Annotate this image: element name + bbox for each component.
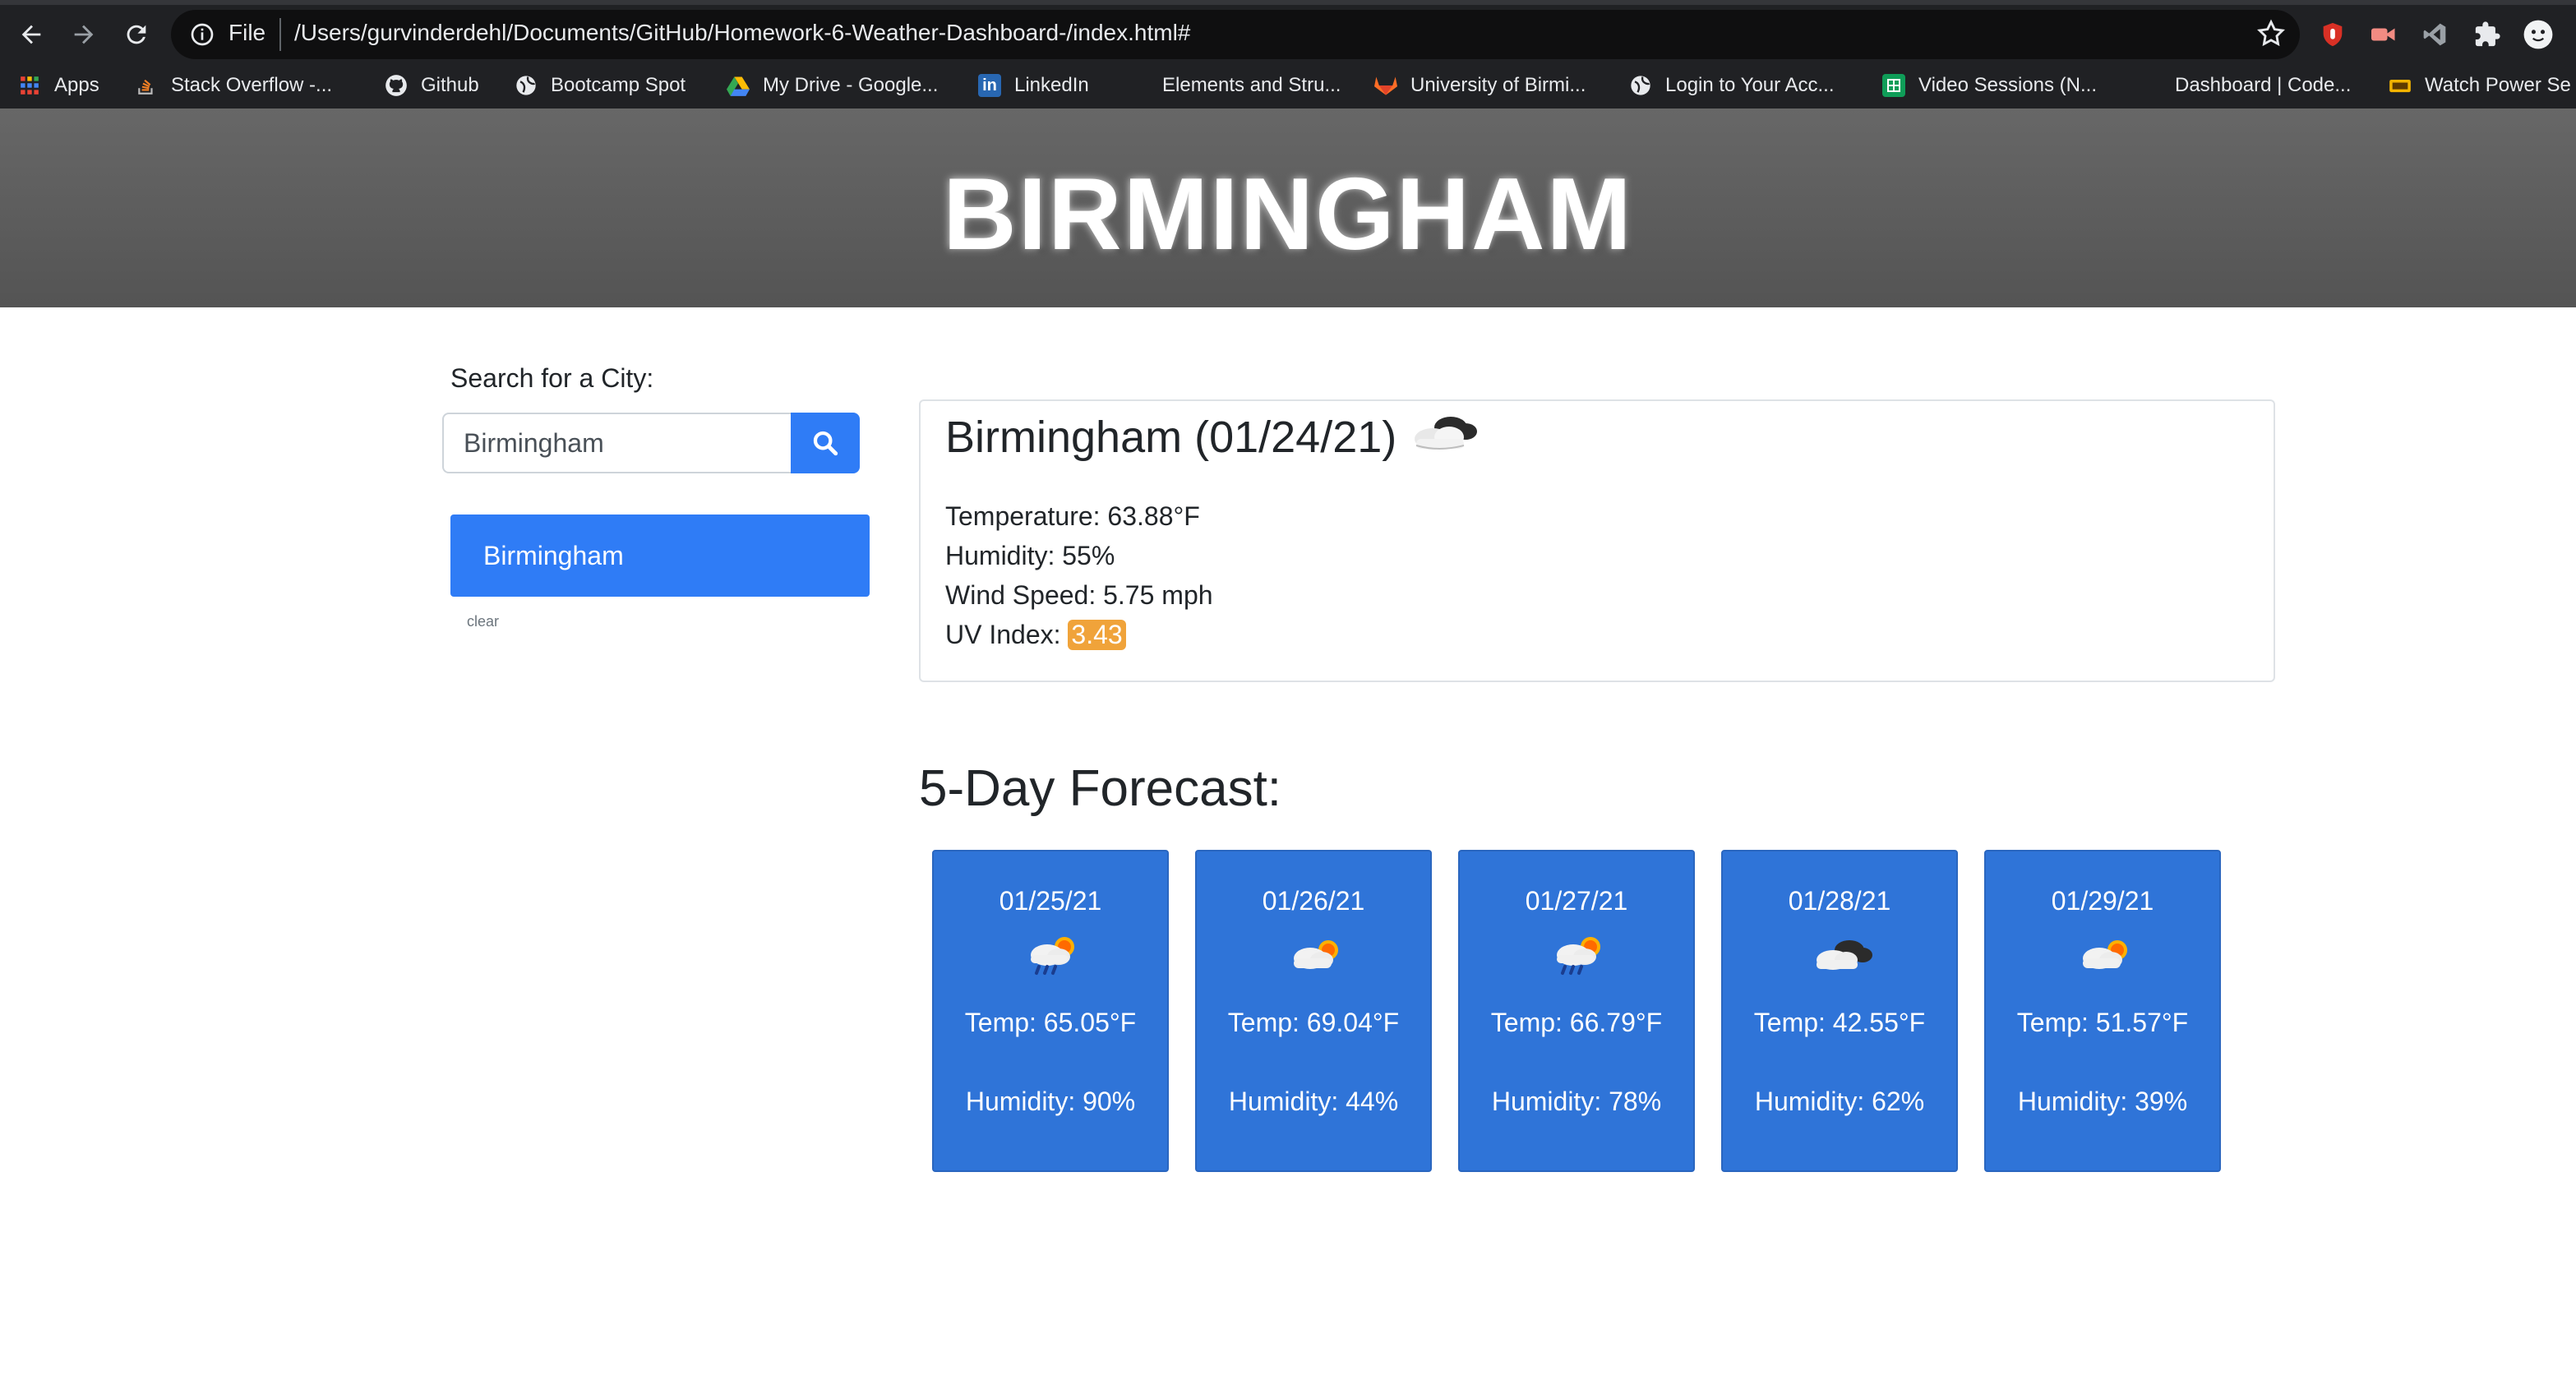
extension-code-button[interactable] <box>2417 16 2453 53</box>
address-bar[interactable]: File /Users/gurvinderdehl/Documents/GitH… <box>171 10 2300 59</box>
tv-icon <box>2389 74 2412 97</box>
bookmark-elements-and-structure[interactable]: Elements and Stru... <box>1126 69 1341 102</box>
forecast-date: 01/26/21 <box>1262 886 1365 916</box>
bookmark-dashboard[interactable]: Dashboard | Code... <box>2139 69 2351 102</box>
shield-hand-icon <box>2323 22 2343 47</box>
forecast-date: 01/27/21 <box>1525 886 1628 916</box>
url-scheme: File <box>229 20 266 45</box>
forecast-temp: Temp: 69.04°F <box>1227 1008 1400 1037</box>
url-separator <box>279 18 281 51</box>
linkedin-icon: in <box>978 74 1001 97</box>
page-icon <box>1126 74 1149 97</box>
bookmark-stack-overflow[interactable]: Stack Overflow -... <box>135 69 332 102</box>
bookmark-video-sessions[interactable]: Video Sessions (N... <box>1882 69 2097 102</box>
current-humidity: Humidity: 55% <box>945 541 1115 570</box>
back-button[interactable] <box>12 15 51 54</box>
uv-label: UV Index: <box>945 620 1061 649</box>
current-weather-card: Birmingham (01/24/21) Temperature: 63.88… <box>919 399 2275 682</box>
info-icon[interactable] <box>189 21 215 48</box>
globe-icon <box>1629 74 1652 97</box>
reload-button[interactable] <box>117 15 156 54</box>
forecast-card-day2: 01/26/21 Temp: 69.04°F Humidity: 44% <box>1195 850 1432 1172</box>
bookmark-bootcamp-spot[interactable]: Bootcamp Spot <box>515 69 686 102</box>
extension-video-button[interactable] <box>2366 16 2402 53</box>
bookmarks-bar: Apps Stack Overflow -... Github Bootcamp… <box>0 62 2576 108</box>
forecast-date: 01/25/21 <box>999 886 1102 916</box>
forecast-card-day1: 01/25/21 Temp: 65.05°F Humidity: 90% <box>932 850 1169 1172</box>
forecast-temp: Temp: 42.55°F <box>1753 1008 1926 1037</box>
forecast-temp: Temp: 66.79°F <box>1490 1008 1663 1037</box>
google-drive-icon <box>727 74 750 97</box>
forecast-temp: Temp: 65.05°F <box>964 1008 1137 1037</box>
browser-toolbar: File /Users/gurvinderdehl/Documents/GitH… <box>0 0 2576 62</box>
forecast-humidity: Humidity: 90% <box>965 1087 1136 1116</box>
forecast-date: 01/28/21 <box>1788 886 1891 916</box>
forecast-card-day3: 01/27/21 Temp: 66.79°F Humidity: 78% <box>1458 850 1695 1172</box>
current-temperature: Temperature: 63.88°F <box>945 501 1200 531</box>
current-weather-heading: Birmingham (01/24/21) <box>945 409 1482 464</box>
avatar-icon <box>2523 20 2553 49</box>
bookmark-watch-power[interactable]: Watch Power Se <box>2389 69 2571 102</box>
current-wind-speed: Wind Speed: 5.75 mph <box>945 580 1213 610</box>
forecast-card-day5: 01/29/21 Temp: 51.57°F Humidity: 39% <box>1984 850 2221 1172</box>
current-uv-index: UV Index: 3.43 <box>945 620 1126 650</box>
github-icon <box>385 74 408 97</box>
bookmark-github[interactable]: Github <box>385 69 479 102</box>
bookmark-university[interactable]: University of Birmi... <box>1374 69 1586 102</box>
search-history-item[interactable]: Birmingham <box>450 515 870 597</box>
page-icon <box>2139 74 2162 97</box>
forecast-temp: Temp: 51.57°F <box>2016 1008 2189 1037</box>
cloudy-icon <box>1408 409 1482 464</box>
forecast-title: 5-Day Forecast: <box>919 760 1282 817</box>
uv-badge: 3.43 <box>1068 620 1126 650</box>
cloudy-icon <box>1817 940 1872 970</box>
forward-arrow-icon <box>74 25 94 44</box>
apps-grid-icon <box>18 74 41 97</box>
gitlab-icon <box>1374 74 1397 97</box>
bookmark-my-drive[interactable]: My Drive - Google... <box>727 69 938 102</box>
back-arrow-icon <box>21 25 41 44</box>
bookmark-apps[interactable]: Apps <box>18 69 99 102</box>
forward-button[interactable] <box>64 15 104 54</box>
forecast-humidity: Humidity: 39% <box>2017 1087 2188 1116</box>
bookmark-login[interactable]: Login to Your Acc... <box>1629 69 1835 102</box>
profile-avatar-button[interactable] <box>2520 16 2556 53</box>
bookmark-linkedin[interactable]: in LinkedIn <box>978 69 1089 102</box>
forecast-humidity: Humidity: 44% <box>1228 1087 1399 1116</box>
clear-history-link[interactable]: clear <box>467 613 499 630</box>
forecast-date: 01/29/21 <box>2051 886 2154 916</box>
city-search-input[interactable] <box>442 413 791 473</box>
page-title: BIRMINGHAM <box>943 158 1633 271</box>
bookmark-star-icon[interactable] <box>2255 18 2287 49</box>
page-header: BIRMINGHAM <box>0 108 2576 307</box>
globe-icon <box>515 74 538 97</box>
search-label: Search for a City: <box>450 363 654 393</box>
forecast-humidity: Humidity: 62% <box>1754 1087 1925 1116</box>
vscode-icon <box>2423 23 2446 46</box>
search-button[interactable] <box>791 413 860 473</box>
partly-cloudy-icon <box>1294 940 1338 969</box>
video-camera-icon <box>2371 28 2395 41</box>
rain-sun-icon <box>1557 937 1600 975</box>
url-text[interactable]: /Users/gurvinderdehl/Documents/GitHub/Ho… <box>294 20 1190 46</box>
forecast-card-day4: 01/28/21 Temp: 42.55°F Humidity: 62% <box>1721 850 1958 1172</box>
puzzle-piece-icon <box>2475 21 2500 47</box>
extension-shield-button[interactable] <box>2315 16 2351 53</box>
search-icon <box>813 431 838 456</box>
rain-sun-icon <box>1031 937 1074 975</box>
stackoverflow-icon <box>135 74 158 97</box>
current-city-date: Birmingham (01/24/21) <box>945 412 1397 462</box>
forecast-humidity: Humidity: 78% <box>1491 1087 1662 1116</box>
extensions-button[interactable] <box>2469 16 2505 53</box>
partly-cloudy-icon <box>2083 940 2127 969</box>
reload-icon <box>127 25 146 44</box>
sheets-icon <box>1882 74 1905 97</box>
